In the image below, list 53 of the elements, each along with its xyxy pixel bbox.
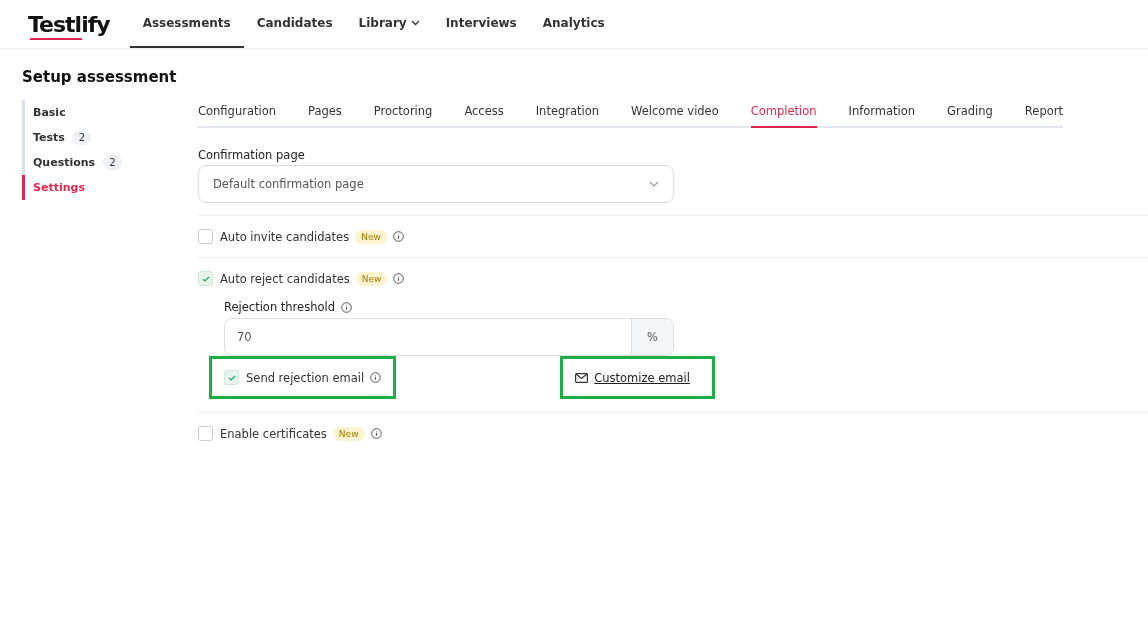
logo[interactable]: Testlify xyxy=(28,11,110,37)
nav-link[interactable]: Analytics xyxy=(529,0,618,48)
field-label: Confirmation page xyxy=(198,148,306,162)
option-label: Auto reject candidates xyxy=(220,271,350,286)
tab[interactable]: Completion xyxy=(750,100,817,128)
unit-label: % xyxy=(631,319,673,355)
tab[interactable]: Proctoring xyxy=(373,100,433,128)
sidebar-item[interactable]: Tests 2 xyxy=(22,125,198,150)
threshold-field[interactable]: 70 % xyxy=(224,318,674,356)
check-icon xyxy=(227,374,236,381)
option-label: Send rejection email xyxy=(246,370,365,385)
envelope-icon xyxy=(575,372,589,383)
sidebar-label: Questions xyxy=(33,156,96,169)
tab[interactable]: Access xyxy=(464,100,504,128)
sidebar-label: Settings xyxy=(33,181,85,194)
new-badge: New xyxy=(355,271,388,286)
confirmation-page-dropdown[interactable]: Default confirmation page xyxy=(198,165,674,203)
sidebar-item[interactable]: Questions 2 xyxy=(22,150,198,175)
checkbox[interactable] xyxy=(198,271,213,286)
sidebar-item[interactable]: Settings xyxy=(22,175,198,200)
page-title: Setup assessment xyxy=(22,68,178,86)
option-label: Auto invite candidates xyxy=(220,229,350,244)
nav-link[interactable]: Interviews xyxy=(432,0,530,48)
info-icon xyxy=(393,273,405,284)
count-badge: 2 xyxy=(103,155,122,170)
tab[interactable]: Information xyxy=(848,100,916,128)
option-label: Enable certificates xyxy=(220,426,327,441)
check-icon xyxy=(201,275,210,282)
nav-link[interactable]: Assessments xyxy=(129,0,244,48)
nav-link[interactable]: Library xyxy=(345,0,433,48)
new-badge: New xyxy=(355,229,387,244)
checkbox[interactable] xyxy=(198,426,213,441)
tab[interactable]: Grading xyxy=(947,100,993,128)
checkbox[interactable] xyxy=(224,370,239,385)
tab[interactable]: Integration xyxy=(535,100,600,128)
tab[interactable]: Report xyxy=(1024,100,1063,128)
info-icon xyxy=(370,372,382,383)
new-badge: New xyxy=(332,426,365,441)
sidebar-label: Basic xyxy=(33,106,66,119)
nav-link[interactable]: Candidates xyxy=(243,0,346,48)
info-icon xyxy=(341,301,352,313)
chevron-icon xyxy=(649,181,659,187)
count-badge: 2 xyxy=(72,130,92,145)
info-icon xyxy=(370,428,382,439)
sidebar-label: Tests xyxy=(33,131,65,144)
tab[interactable]: Configuration xyxy=(198,100,276,128)
info-icon xyxy=(392,231,404,242)
tab[interactable]: Welcome video xyxy=(631,100,719,128)
tab[interactable]: Pages xyxy=(307,100,342,128)
customize-email-link[interactable]: Customize email xyxy=(594,370,690,385)
field-label: Rejection threshold xyxy=(224,300,335,314)
sidebar-item[interactable]: Basic xyxy=(22,100,198,125)
checkbox[interactable] xyxy=(198,229,213,244)
